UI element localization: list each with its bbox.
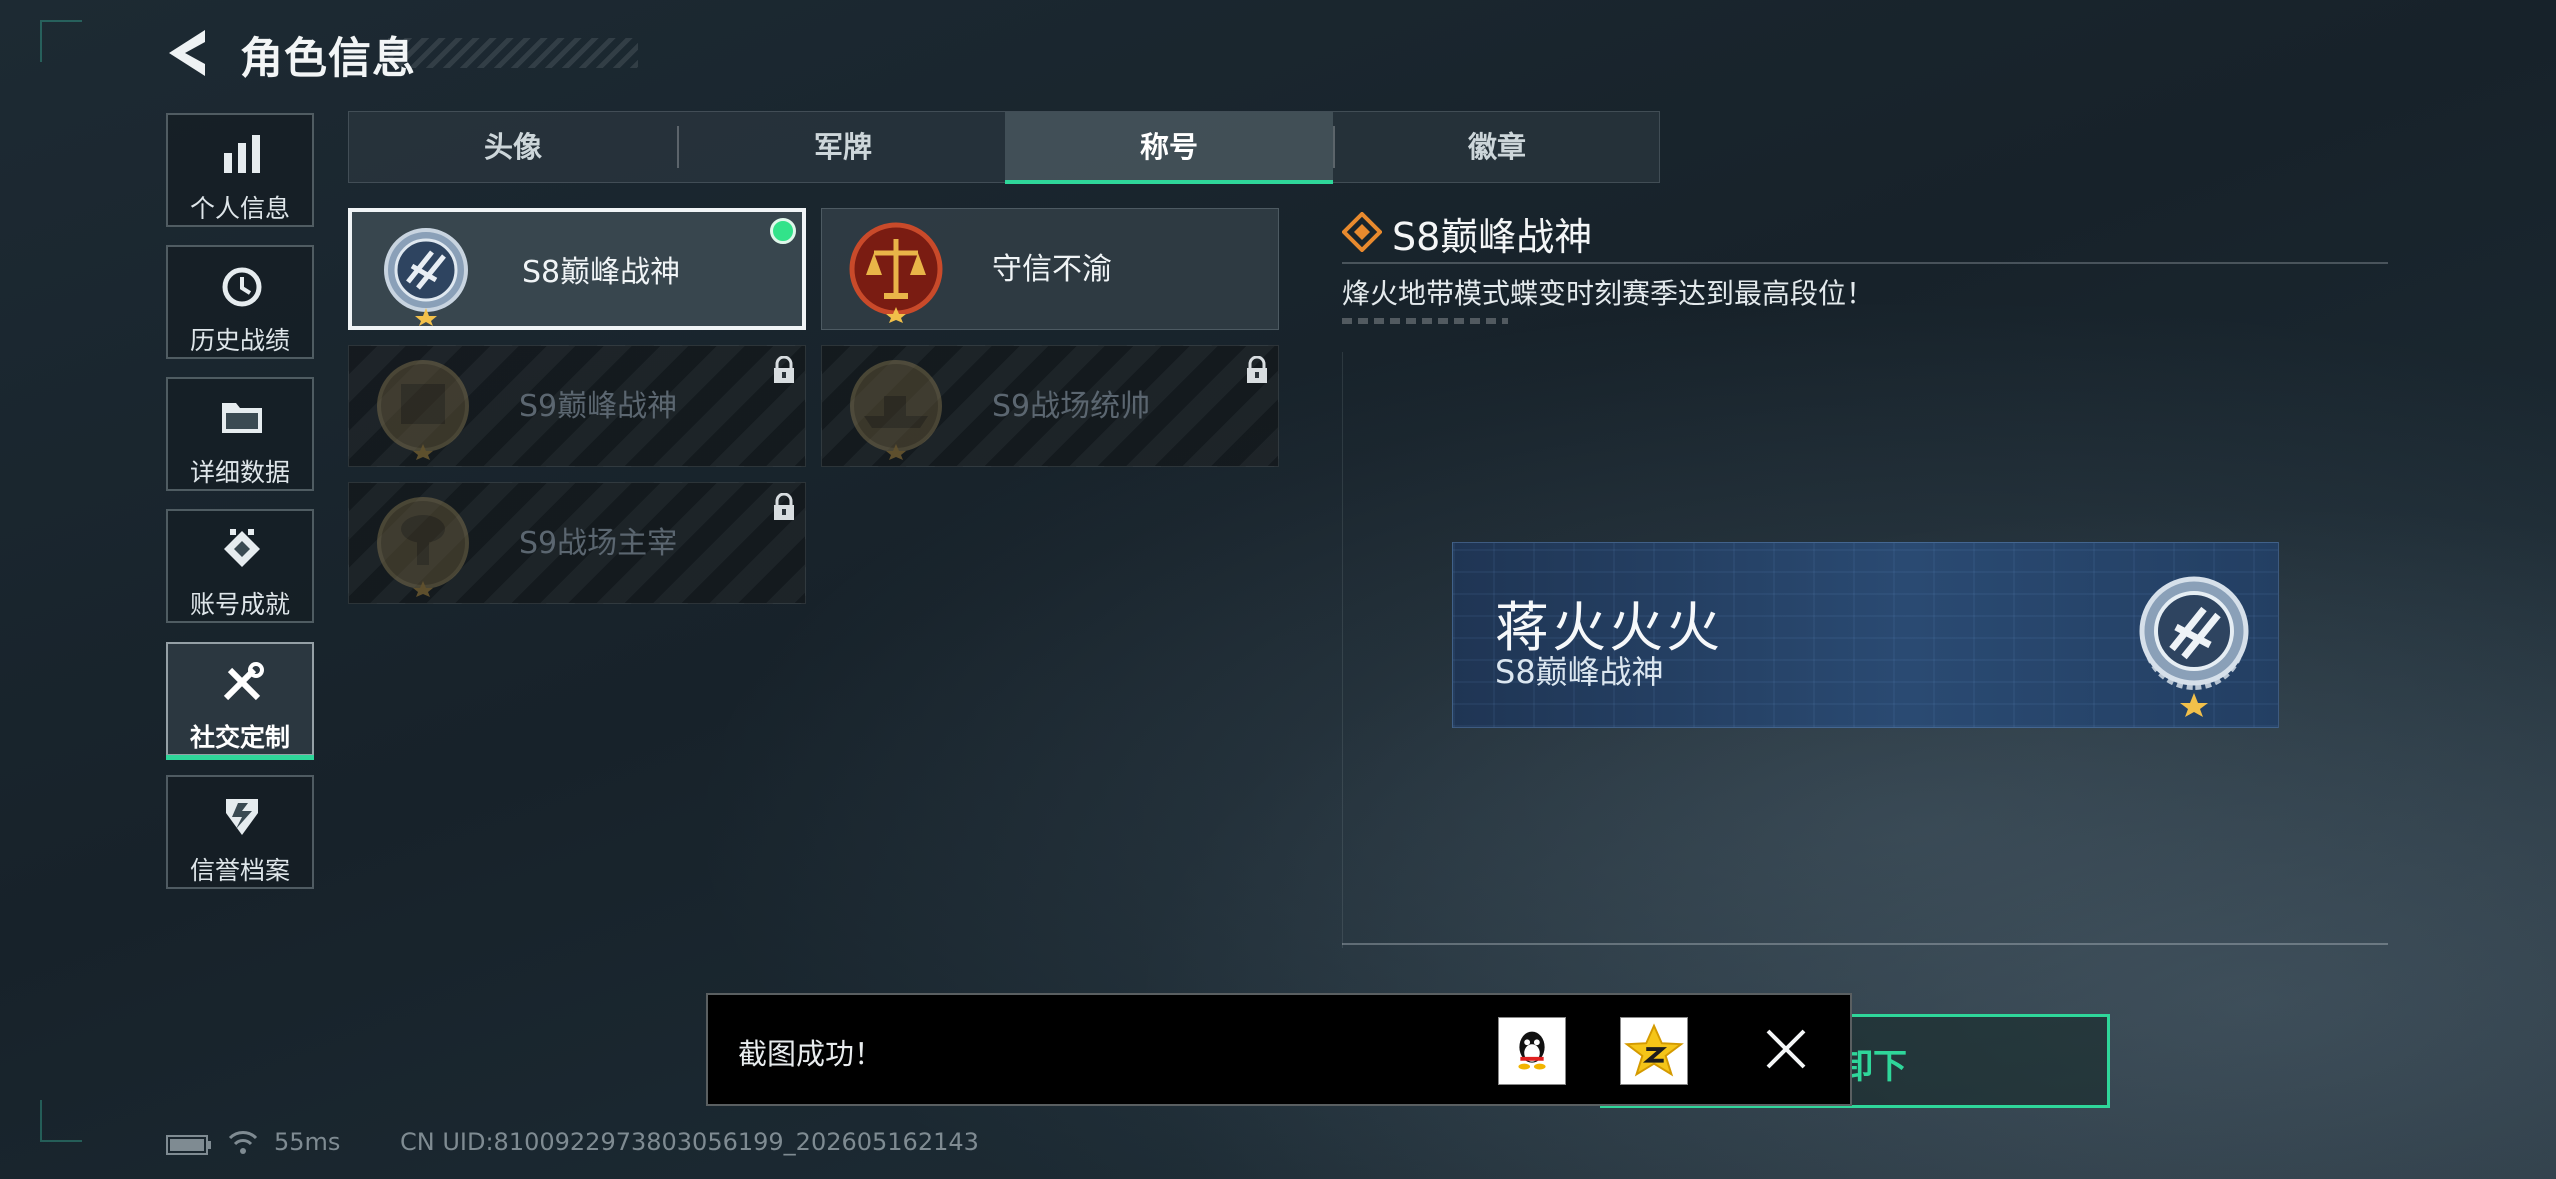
title-decoration <box>388 38 638 68</box>
credit-shield-icon <box>226 799 258 835</box>
title-name: 守信不渝 <box>992 252 1112 287</box>
divider <box>1342 262 2388 264</box>
qq-icon <box>1518 1031 1546 1070</box>
title-card-locked[interactable]: S9战场主宰 <box>348 482 806 604</box>
sidebar-item-label: 信誉档案 <box>189 856 290 885</box>
tab-title[interactable]: 称号 <box>1005 112 1333 184</box>
title-card-locked[interactable]: S9战场统帅 <box>821 345 1279 467</box>
player-uid: CN UID:8100922973803056199_202605162143 <box>400 1128 979 1156</box>
detail-decoration <box>1342 318 1508 324</box>
s8-peak-medal-icon <box>2139 576 2249 717</box>
sidebar-item-credit-file[interactable]: 信誉档案 <box>166 775 314 889</box>
bar-chart-icon <box>224 135 260 173</box>
toast-message: 截图成功！ <box>738 1037 884 1071</box>
wifi-icon <box>228 1131 258 1154</box>
warship-medal-icon <box>850 360 942 460</box>
sidebar-item-social-custom[interactable]: 社交定制 <box>166 642 314 760</box>
title-card[interactable]: 守信不渝 <box>821 208 1279 330</box>
sidebar-item-label: 社交定制 <box>189 723 290 752</box>
sidebar-item-history[interactable]: 历史战绩 <box>166 245 314 359</box>
folder-icon <box>222 403 262 433</box>
tab-bar: 头像 军牌 称号 徽章 <box>348 111 1661 184</box>
tab-badge[interactable]: 徽章 <box>1333 112 1661 182</box>
tools-icon <box>223 662 264 701</box>
lock-icon <box>774 356 794 383</box>
lock-icon <box>774 493 794 520</box>
detail-title: S8巅峰战神 <box>1392 215 1593 259</box>
ping-value: 55ms <box>274 1128 341 1156</box>
s9-peak-medal-icon <box>377 360 469 460</box>
title-diamond-icon <box>1342 212 1382 252</box>
sidebar-item-label: 账号成就 <box>189 590 290 619</box>
share-qq-button[interactable] <box>1498 1017 1566 1085</box>
justice-scale-medal-icon <box>849 222 943 323</box>
tab-dog-tag[interactable]: 军牌 <box>679 112 1007 182</box>
mushroom-cloud-medal-icon <box>377 497 469 597</box>
screenshot-toast: 截图成功！ <box>706 993 1852 1106</box>
active-indicator <box>166 755 314 760</box>
sidebar-item-detailed-data[interactable]: 详细数据 <box>166 377 314 491</box>
sidebar-item-label: 个人信息 <box>189 194 290 223</box>
achievement-icon <box>224 529 260 567</box>
sidebar-item-personal-info[interactable]: 个人信息 <box>166 113 314 227</box>
title-name: S9战场统帅 <box>992 389 1151 424</box>
divider <box>1342 943 2388 945</box>
battery-icon <box>166 1135 211 1155</box>
lock-icon <box>1247 356 1267 383</box>
back-arrow-icon[interactable] <box>165 26 215 80</box>
title-name: S8巅峰战神 <box>522 255 681 290</box>
sidebar-item-label: 历史战绩 <box>189 326 290 355</box>
corner-decoration <box>40 20 82 62</box>
tab-avatar[interactable]: 头像 <box>349 112 677 182</box>
nameplate-preview: 蒋火火火 S8巅峰战神 <box>1452 542 2279 728</box>
sidebar-item-achievements[interactable]: 账号成就 <box>166 509 314 623</box>
title-name: S9巅峰战神 <box>519 389 678 424</box>
sidebar-item-label: 详细数据 <box>189 458 290 487</box>
equipped-indicator <box>770 218 796 244</box>
detail-description: 烽火地带模式蝶变时刻赛季达到最高段位！ <box>1342 277 1875 310</box>
title-name: S9战场主宰 <box>519 526 678 561</box>
title-card-locked[interactable]: S9巅峰战神 <box>348 345 806 467</box>
title-card[interactable]: S8巅峰战神 <box>348 208 806 330</box>
s8-peak-medal-icon <box>384 228 468 326</box>
nameplate-title: S8巅峰战神 <box>1495 653 1664 691</box>
close-icon[interactable] <box>1762 1025 1810 1073</box>
qzone-icon <box>1624 1023 1684 1077</box>
corner-decoration <box>40 1100 82 1142</box>
history-clock-icon <box>222 267 262 307</box>
share-qzone-button[interactable] <box>1620 1017 1688 1085</box>
